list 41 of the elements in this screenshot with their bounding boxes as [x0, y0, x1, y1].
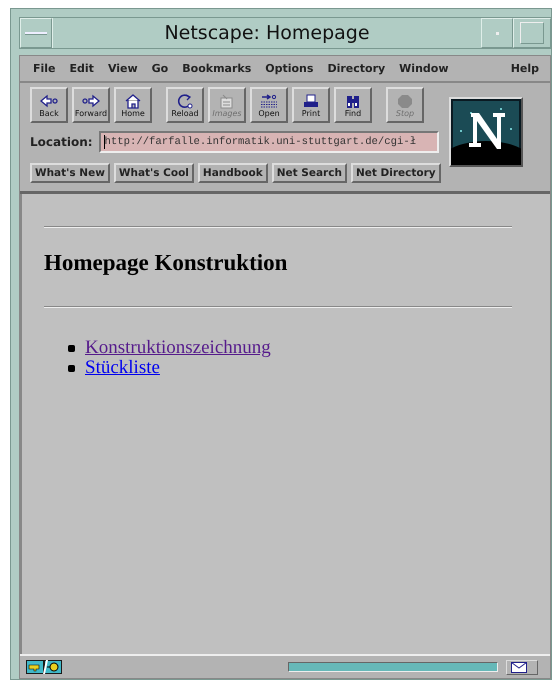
menu-item[interactable]: Window: [392, 62, 456, 75]
menu-item[interactable]: File: [26, 62, 63, 75]
toolbar-button[interactable]: Home: [114, 87, 152, 123]
open-icon: [259, 92, 279, 108]
bullet-icon: [68, 364, 75, 372]
printer-icon: [301, 92, 321, 108]
reload-icon: [175, 92, 195, 108]
envelope-icon: [511, 662, 527, 672]
menu-item[interactable]: Help: [504, 62, 546, 75]
menu-item[interactable]: Go: [144, 62, 176, 75]
toolbar-button[interactable]: Open: [250, 87, 288, 123]
location-label: Location:: [30, 135, 93, 149]
security-key-icon: [26, 660, 62, 674]
minimize-button[interactable]: [481, 18, 513, 48]
maximize-button[interactable]: [513, 18, 551, 48]
window-menu-button[interactable]: [20, 18, 52, 48]
toolbar-button[interactable]: Find: [334, 87, 372, 123]
forward-arrow-icon: [81, 92, 101, 108]
menu-item[interactable]: Options: [258, 62, 320, 75]
stop-sign-icon: [395, 92, 415, 108]
directory-button[interactable]: Handbook: [198, 163, 268, 183]
directory-button[interactable]: Net Directory: [350, 163, 441, 183]
directory-button[interactable]: What's Cool: [114, 163, 194, 183]
bullet-icon: [68, 344, 75, 352]
menu-item[interactable]: Edit: [62, 62, 101, 75]
menu-item[interactable]: View: [100, 62, 145, 75]
toolbar-button[interactable]: Print: [292, 87, 330, 123]
toolbar-button[interactable]: Forward: [72, 87, 110, 123]
link[interactable]: Stückliste: [85, 358, 160, 378]
mail-button[interactable]: [506, 660, 538, 674]
toolbar-button[interactable]: Reload: [166, 87, 204, 123]
menu-item[interactable]: Directory: [320, 62, 392, 75]
back-arrow-icon: [39, 92, 59, 108]
house-icon: [123, 92, 143, 108]
location-field[interactable]: http://farfalle.informatik.uni-stuttgart.de/cgi-ł: [98, 131, 439, 153]
menu-item[interactable]: Bookmarks: [175, 62, 258, 75]
page-heading: Homepage Konstruktion: [44, 250, 288, 276]
directory-button[interactable]: Net Search: [272, 163, 347, 183]
link[interactable]: Konstruktionszeichnung: [85, 338, 271, 358]
directory-button[interactable]: What's New: [30, 163, 110, 183]
toolbar-button[interactable]: Back: [30, 87, 68, 123]
